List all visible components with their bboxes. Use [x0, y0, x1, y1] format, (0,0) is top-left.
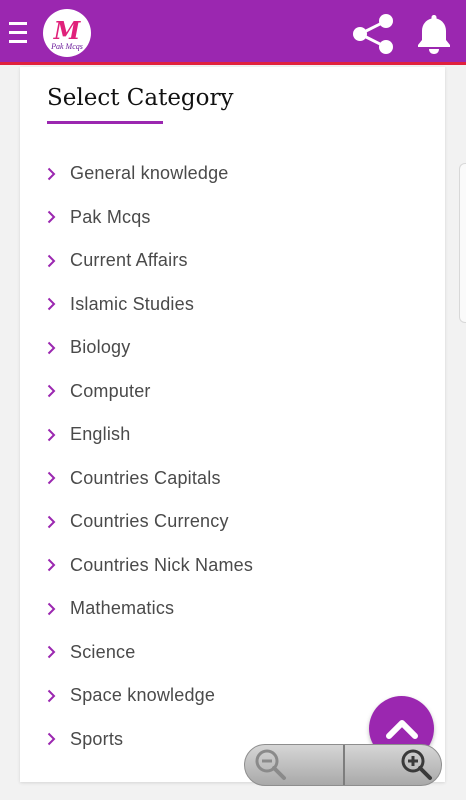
chevron-right-icon [47, 211, 56, 224]
category-label: Mathematics [70, 598, 175, 619]
title-underline [47, 121, 163, 124]
zoom-in-icon [401, 749, 432, 780]
chevron-right-icon [47, 385, 56, 398]
chevron-right-icon [47, 733, 56, 746]
chevron-right-icon [47, 254, 56, 267]
category-label: Sports [70, 728, 124, 749]
category-card: Select Category General knowledge Pak Mc… [20, 67, 445, 782]
category-item-pak-mcqs[interactable]: Pak Mcqs [47, 196, 253, 240]
category-item-countries-nick-names[interactable]: Countries Nick Names [47, 544, 253, 588]
category-label: Computer [70, 380, 151, 401]
category-item-sports[interactable]: Sports [47, 718, 253, 762]
chevron-right-icon [47, 341, 56, 354]
zoom-out-icon [255, 749, 286, 780]
hamburger-menu-icon[interactable] [9, 22, 27, 44]
chevron-right-icon [47, 602, 56, 615]
zoom-out-button[interactable] [245, 745, 345, 785]
chevron-right-icon [47, 298, 56, 311]
chevron-right-icon [47, 167, 56, 180]
zoom-in-button[interactable] [345, 745, 441, 785]
chevron-right-icon [47, 472, 56, 485]
category-label: Pak Mcqs [70, 206, 151, 227]
category-item-general-knowledge[interactable]: General knowledge [47, 152, 253, 196]
category-item-space-knowledge[interactable]: Space knowledge [47, 674, 253, 718]
category-label: Countries Currency [70, 511, 229, 532]
category-item-current-affairs[interactable]: Current Affairs [47, 239, 253, 283]
chevron-right-icon [47, 428, 56, 441]
app-logo[interactable]: M Pak Mcqs [43, 9, 91, 57]
chevron-up-icon [385, 719, 418, 739]
bell-icon[interactable] [414, 12, 454, 54]
category-item-biology[interactable]: Biology [47, 326, 253, 370]
category-item-countries-capitals[interactable]: Countries Capitals [47, 457, 253, 501]
share-icon[interactable] [350, 12, 396, 56]
chevron-right-icon [47, 515, 56, 528]
logo-mark: M [53, 15, 81, 45]
category-list: General knowledge Pak Mcqs Current Affai… [47, 152, 253, 761]
category-label: Countries Capitals [70, 467, 221, 488]
category-label: Biology [70, 337, 131, 358]
category-label: General knowledge [70, 163, 229, 184]
category-label: Space knowledge [70, 685, 216, 706]
zoom-control [244, 744, 442, 786]
category-item-mathematics[interactable]: Mathematics [47, 587, 253, 631]
category-item-computer[interactable]: Computer [47, 370, 253, 414]
category-label: Science [70, 641, 136, 662]
category-item-countries-currency[interactable]: Countries Currency [47, 500, 253, 544]
logo-text: Pak Mcqs [51, 41, 83, 51]
side-drawer-handle[interactable] [459, 163, 466, 323]
chevron-right-icon [47, 559, 56, 572]
top-app-bar: M Pak Mcqs [0, 0, 466, 65]
category-label: Current Affairs [70, 250, 188, 271]
category-item-science[interactable]: Science [47, 631, 253, 675]
category-title: Select Category [47, 85, 234, 111]
chevron-right-icon [47, 689, 56, 702]
category-label: Countries Nick Names [70, 554, 254, 575]
category-label: English [70, 424, 131, 445]
category-item-islamic-studies[interactable]: Islamic Studies [47, 283, 253, 327]
category-item-english[interactable]: English [47, 413, 253, 457]
category-label: Islamic Studies [70, 293, 195, 314]
chevron-right-icon [47, 646, 56, 659]
